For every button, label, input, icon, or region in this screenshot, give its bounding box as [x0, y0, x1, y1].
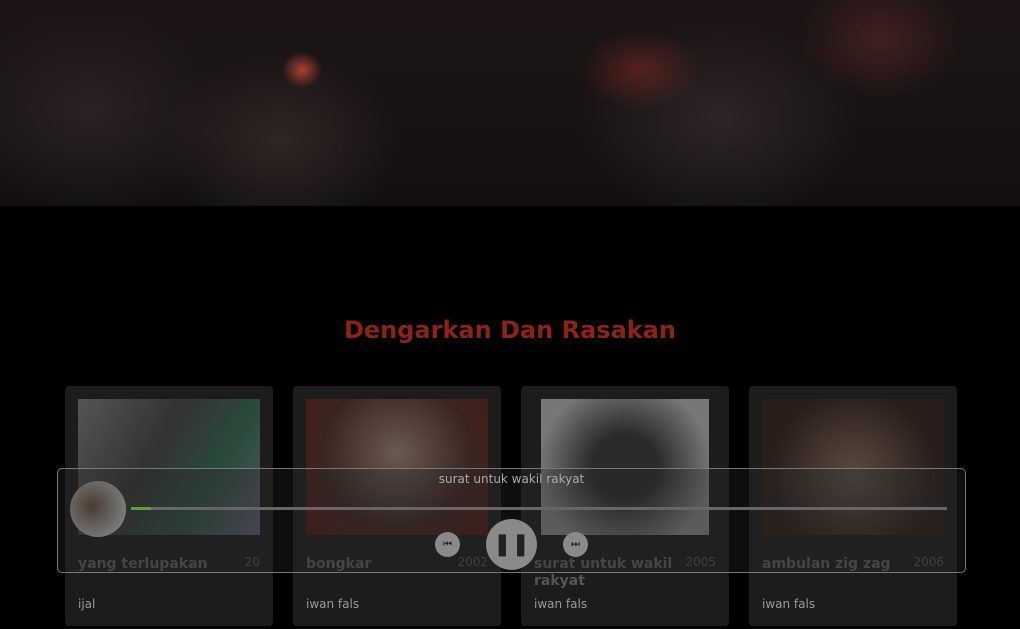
progress-fill [131, 507, 152, 510]
skip-forward-icon: ⏭ [571, 539, 580, 550]
music-player: surat untuk wakil rakyat ⏮ ❚❚ ⏭ [57, 468, 966, 573]
hero-banner-image [0, 0, 1020, 206]
song-artist: iwan fals [306, 597, 360, 611]
song-artist: ijal [78, 597, 96, 611]
pause-button[interactable]: ❚❚ [486, 519, 537, 570]
now-playing-cover [70, 481, 126, 537]
section-title: Dengarkan Dan Rasakan [343, 316, 677, 344]
song-artist: iwan fals [534, 597, 588, 611]
progress-bar[interactable] [131, 507, 947, 510]
song-artist: iwan fals [762, 597, 816, 611]
pause-icon: ❚❚ [493, 532, 530, 557]
previous-button[interactable]: ⏮ [435, 532, 460, 557]
now-playing-title: surat untuk wakil rakyat [438, 472, 585, 486]
skip-back-icon: ⏮ [443, 539, 452, 550]
next-button[interactable]: ⏭ [563, 532, 588, 557]
